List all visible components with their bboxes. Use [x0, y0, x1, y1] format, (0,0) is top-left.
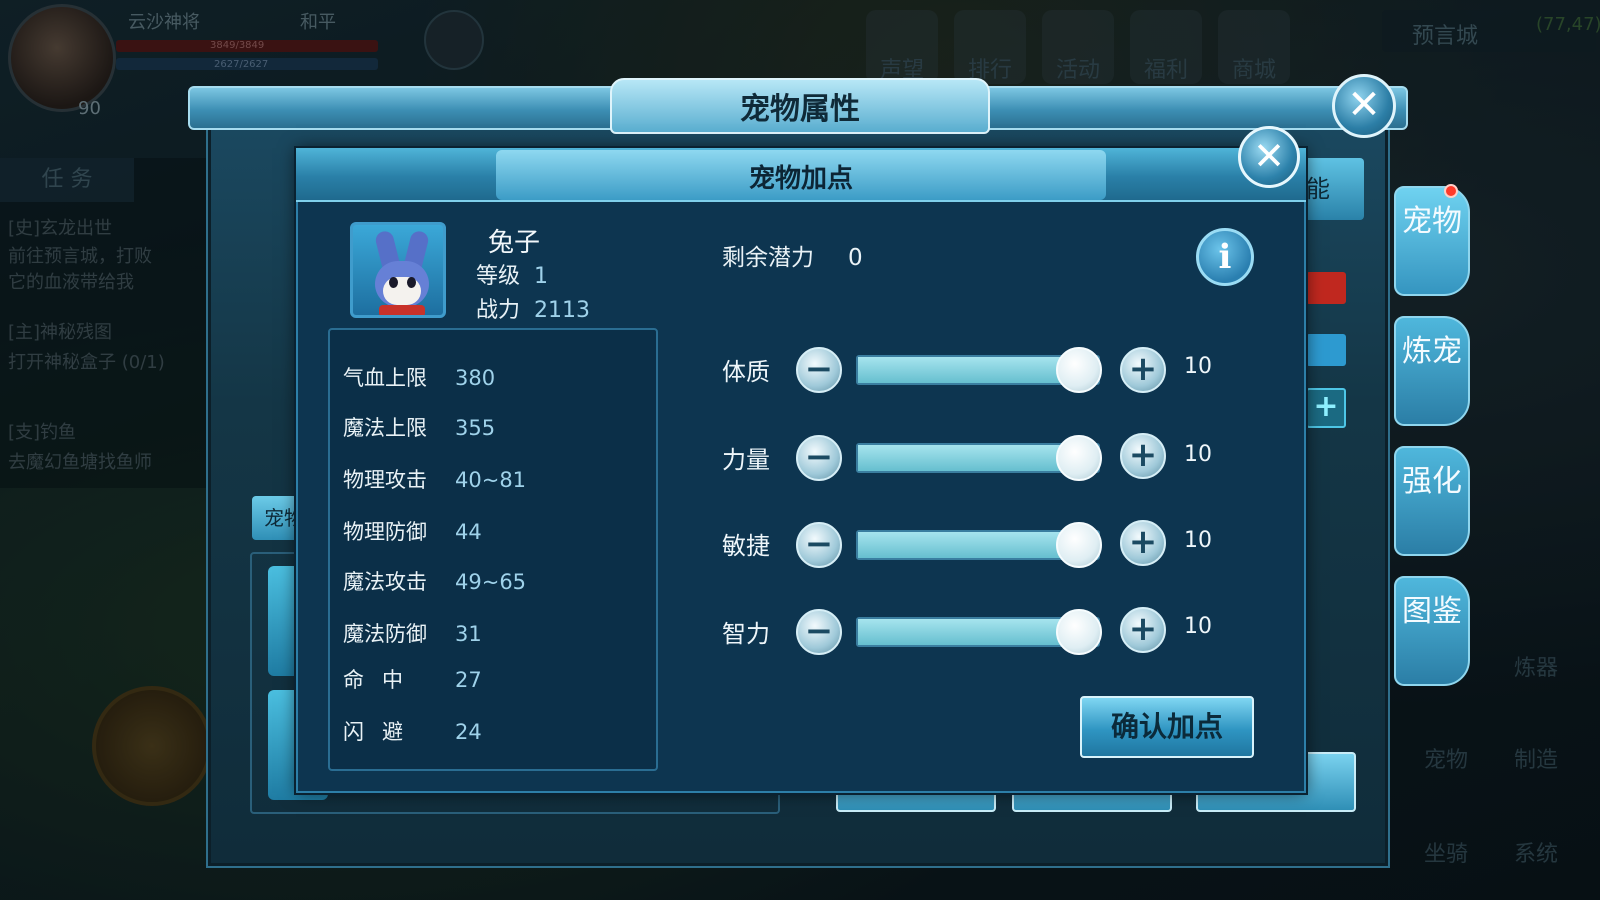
stat-value: 27	[455, 668, 482, 692]
pet-power: 战力 2113	[476, 292, 590, 324]
stat-label: 命中	[343, 668, 421, 692]
agility-plus-button[interactable]: +	[1120, 520, 1166, 566]
pet-power-label: 战力	[476, 298, 521, 323]
intelligence-minus-button[interactable]: −	[796, 609, 842, 655]
attr-label-constitution: 体质	[722, 358, 770, 386]
slider-fill	[858, 532, 1074, 558]
slider-fill	[858, 619, 1074, 645]
rabbit-eye-icon	[389, 277, 398, 288]
skills-tab[interactable]: 能	[1302, 158, 1364, 220]
attr-label-agility: 敏捷	[722, 532, 770, 560]
stat-label: 气血上限	[343, 366, 427, 390]
stat-row-max-hp: 气血上限 380	[343, 362, 495, 392]
pet-level-value: 1	[534, 264, 549, 289]
remaining-potential-label: 剩余潜力	[722, 245, 814, 271]
stat-row-physical-attack: 物理攻击 40~81	[343, 464, 526, 494]
stat-row-magic-defense: 魔法防御 31	[343, 618, 482, 648]
confirm-add-points-button[interactable]: 确认加点	[1080, 696, 1254, 758]
attr-label-strength: 力量	[722, 446, 770, 474]
stat-row-accuracy: 命中 27	[343, 664, 482, 694]
pet-level-label: 等级	[476, 264, 521, 289]
stat-value: 24	[455, 720, 482, 744]
stat-label: 魔法防御	[343, 622, 427, 646]
constitution-value: 10	[1184, 354, 1212, 379]
pet-level: 等级 1	[476, 258, 548, 290]
remaining-potential-value: 0	[848, 245, 863, 271]
add-button[interactable]: +	[1306, 388, 1346, 428]
stat-row-magic-attack: 魔法攻击 49~65	[343, 566, 526, 596]
hp-indicator	[1306, 272, 1346, 304]
stat-value: 44	[455, 520, 482, 544]
constitution-plus-button[interactable]: +	[1120, 347, 1166, 393]
stat-value: 380	[455, 366, 496, 390]
strength-slider-knob[interactable]	[1056, 435, 1102, 481]
stat-label: 魔法攻击	[343, 570, 427, 594]
strength-plus-button[interactable]: +	[1120, 433, 1166, 479]
notification-dot	[1444, 184, 1458, 198]
stat-label: 物理防御	[343, 520, 427, 544]
constitution-slider-knob[interactable]	[1056, 347, 1102, 393]
strength-minus-button[interactable]: −	[796, 435, 842, 481]
slider-fill	[858, 445, 1074, 471]
intelligence-value: 10	[1184, 614, 1212, 639]
stat-value: 49~65	[455, 570, 527, 594]
attr-label-intelligence: 智力	[722, 620, 770, 648]
stat-label: 魔法上限	[343, 416, 427, 440]
pet-attributes-close-button[interactable]: ✕	[1332, 74, 1396, 138]
stat-value: 31	[455, 622, 482, 646]
side-tab-handbook[interactable]: 图鉴	[1394, 576, 1470, 686]
side-tab-enhance[interactable]: 强化	[1394, 446, 1470, 556]
stat-value: 355	[455, 416, 496, 440]
side-tab-refine[interactable]: 炼宠	[1394, 316, 1470, 426]
pet-attributes-title: 宠物属性	[740, 92, 860, 127]
stat-label: 闪避	[343, 720, 421, 744]
intelligence-plus-button[interactable]: +	[1120, 607, 1166, 653]
rabbit-collar-icon	[379, 305, 425, 315]
constitution-minus-button[interactable]: −	[796, 347, 842, 393]
pet-name: 兔子	[488, 228, 541, 258]
dialog-title: 宠物加点	[748, 164, 853, 194]
stat-row-max-mp: 魔法上限 355	[343, 412, 495, 442]
info-button[interactable]: i	[1196, 228, 1254, 286]
mp-indicator	[1306, 334, 1346, 366]
intelligence-slider-knob[interactable]	[1056, 609, 1102, 655]
remaining-potential: 剩余潜力 0	[722, 238, 863, 272]
pet-stats-box	[328, 328, 658, 771]
pet-portrait	[350, 222, 446, 318]
agility-slider-knob[interactable]	[1056, 522, 1102, 568]
dialog-close-button[interactable]: ✕	[1238, 126, 1300, 188]
stat-row-physical-defense: 物理防御 44	[343, 516, 482, 546]
slider-fill	[858, 357, 1074, 383]
stat-label: 物理攻击	[343, 468, 427, 492]
pet-power-value: 2113	[534, 298, 591, 323]
strength-value: 10	[1184, 442, 1212, 467]
agility-value: 10	[1184, 528, 1212, 553]
agility-minus-button[interactable]: −	[796, 522, 842, 568]
stat-row-evasion: 闪避 24	[343, 716, 482, 746]
side-tab-pet[interactable]: 宠物	[1394, 186, 1470, 296]
rabbit-eye-icon	[407, 277, 416, 288]
stat-value: 40~81	[455, 468, 527, 492]
